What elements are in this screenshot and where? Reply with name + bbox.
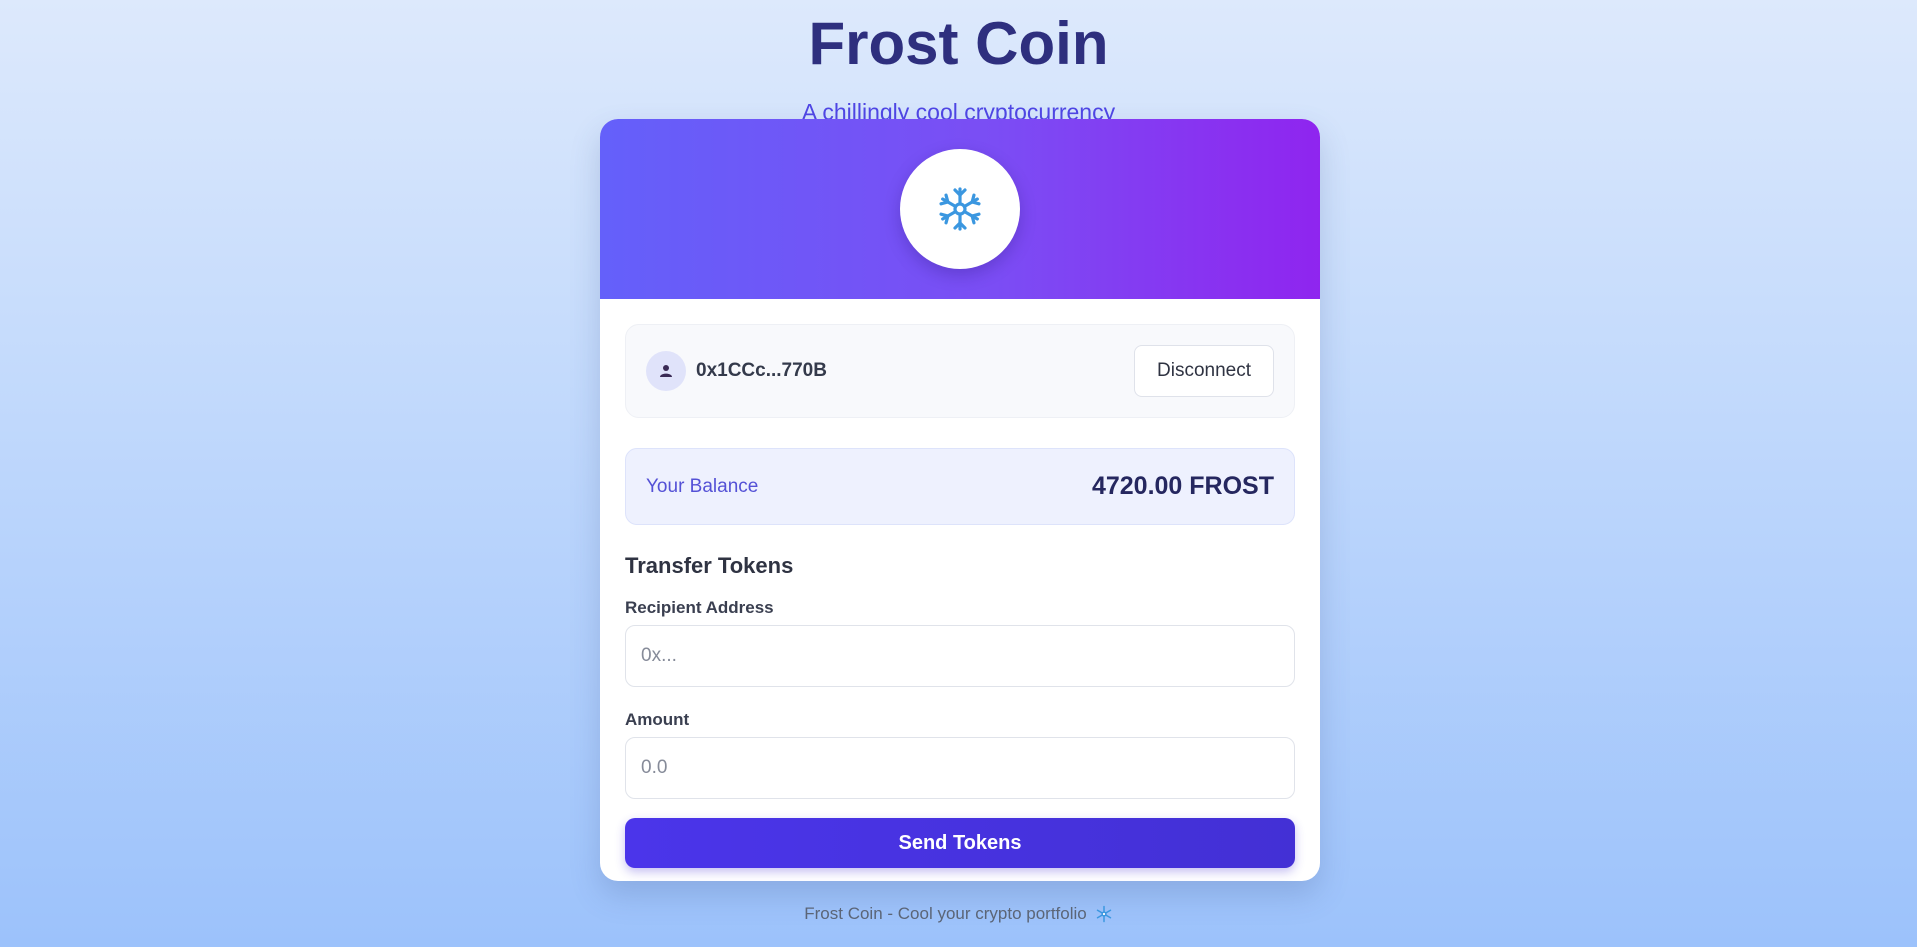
- user-icon: [660, 365, 672, 377]
- snowflake-icon: [1096, 905, 1111, 923]
- transfer-title: Transfer Tokens: [625, 553, 794, 578]
- balance-value: 4720.00 FROST: [1091, 472, 1274, 500]
- amount-input[interactable]: [625, 737, 1295, 799]
- card-banner: [600, 119, 1320, 299]
- page-header: Frost Coin A chillingly cool cryptocurre…: [0, 0, 1917, 126]
- page-footer: Frost Coin - Cool your crypto portfolio: [0, 904, 1917, 924]
- coin-logo: [900, 149, 1020, 269]
- snowflake-icon: [939, 187, 981, 231]
- wallet-card: 0x1CCc...770B Disconnect Your Balance 47…: [600, 119, 1320, 881]
- page-title: Frost Coin: [808, 10, 1109, 77]
- send-tokens-button[interactable]: Send Tokens: [625, 818, 1295, 868]
- amount-label: Amount: [625, 710, 690, 729]
- balance-label: Your Balance: [646, 475, 759, 497]
- wallet-address: 0x1CCc...770B: [696, 360, 827, 381]
- wallet-info: 0x1CCc...770B: [646, 351, 827, 391]
- wallet-avatar: [646, 351, 686, 391]
- recipient-address-input[interactable]: [625, 625, 1295, 687]
- disconnect-button[interactable]: Disconnect: [1134, 345, 1274, 397]
- footer-text: Frost Coin - Cool your crypto portfolio: [804, 904, 1087, 923]
- connected-wallet: 0x1CCc...770B Disconnect: [625, 324, 1295, 418]
- card-body: 0x1CCc...770B Disconnect Your Balance 47…: [600, 299, 1320, 868]
- recipient-label: Recipient Address: [625, 598, 774, 617]
- balance-panel: Your Balance 4720.00 FROST: [625, 448, 1295, 525]
